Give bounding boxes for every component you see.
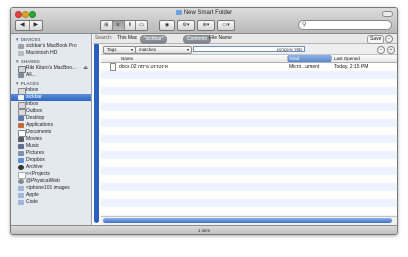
action-menu-button[interactable]: ⚙▾ bbox=[177, 20, 195, 31]
dropbox-icon bbox=[18, 158, 24, 163]
sidebar-item-dropbox[interactable]: Dropbox bbox=[11, 157, 91, 164]
forward-button[interactable]: ▶ bbox=[28, 21, 43, 30]
folder-icon bbox=[18, 200, 24, 205]
column-divider[interactable] bbox=[331, 56, 332, 61]
sidebar-item-pictures[interactable]: Pictures bbox=[11, 150, 91, 157]
search-scope-bar: Search: This Mac "sickbar" Contents File… bbox=[93, 34, 397, 44]
label-menu-button[interactable]: ▭▾ bbox=[217, 20, 235, 31]
movies-icon bbox=[18, 137, 24, 142]
eject-icon[interactable]: ⏏ bbox=[83, 65, 88, 72]
toolbar-toggle-button[interactable] bbox=[382, 11, 393, 17]
window-title-text: New Smart Folder bbox=[183, 10, 233, 16]
save-button[interactable]: Save bbox=[367, 35, 385, 44]
sidebar-item-archive[interactable]: Archive bbox=[11, 164, 91, 171]
last-opened-column-header[interactable]: Last Opened bbox=[334, 55, 360, 62]
folder-icon bbox=[18, 179, 24, 184]
view-mode-control: ⊞ ≡ ⫴ ▭ bbox=[100, 20, 148, 31]
sidebar-item-documents[interactable]: Documents bbox=[11, 129, 91, 137]
sidebar-item-shared-all[interactable]: All... bbox=[11, 72, 91, 79]
search-icon: ⚲ bbox=[302, 22, 307, 28]
sidebar-item-inbox[interactable]: Inbox bbox=[11, 87, 91, 95]
icon-view-button[interactable]: ⊞ bbox=[101, 21, 112, 30]
sidebar-item-desktop[interactable]: Desktop bbox=[11, 115, 91, 122]
pictures-icon bbox=[18, 151, 24, 156]
horizontal-scrollbar[interactable] bbox=[101, 216, 397, 225]
folder-icon bbox=[18, 193, 24, 198]
search-scope-label: Search: bbox=[95, 35, 113, 41]
finder-window: New Smart Folder ◀ ▶ ⊞ ≡ ⫴ ▭ ◉ ⚙▾ ⊕▾ ▭▾ … bbox=[10, 7, 398, 235]
criteria-row: Tags matches ספר אינטרנט − + bbox=[101, 44, 397, 55]
name-column-header[interactable]: Name bbox=[121, 55, 133, 62]
remove-criteria-button[interactable]: − bbox=[377, 46, 385, 54]
scope-this-mac[interactable]: This Mac bbox=[117, 35, 137, 42]
sidebar-item-home[interactable]: sickbar bbox=[11, 94, 91, 101]
search-input[interactable] bbox=[309, 22, 387, 28]
table-row[interactable]: docx.02 אינטרנט גרסה Micro...ument Today… bbox=[101, 63, 397, 71]
sidebar-item-physicalweb[interactable]: @PhysicalWeb bbox=[11, 178, 91, 185]
sidebar-item-macintosh-hd[interactable]: Macintosh HD bbox=[11, 50, 91, 57]
sidebar-item-apple[interactable]: Apple bbox=[11, 192, 91, 199]
places-header[interactable]: ▼ PLACES bbox=[15, 81, 39, 86]
back-forward-control: ◀ ▶ bbox=[15, 20, 43, 31]
sidebar-item-projects[interactable]: <<Projects bbox=[11, 171, 91, 179]
criteria-attribute-select[interactable]: Tags bbox=[103, 46, 136, 54]
sidebar-scrollbar[interactable] bbox=[94, 43, 99, 223]
list-view-button[interactable]: ≡ bbox=[111, 21, 124, 30]
sidebar-item-music[interactable]: Music bbox=[11, 143, 91, 150]
laptop-icon bbox=[18, 44, 24, 49]
search-field[interactable]: ⚲ bbox=[298, 20, 392, 30]
sidebar-item-inbox-2[interactable]: Inbox bbox=[11, 101, 91, 109]
coverflow-view-button[interactable]: ▭ bbox=[135, 21, 147, 30]
sidebar-item-movies[interactable]: Movies bbox=[11, 136, 91, 143]
scope-file-name[interactable]: File Name bbox=[209, 35, 232, 42]
quicklook-button[interactable]: ◉ bbox=[159, 20, 175, 31]
sidebar-item-code[interactable]: Code bbox=[11, 199, 91, 206]
sidebar-item-shared-mac[interactable]: Riki Kitaro's MacBoo... ⏏ bbox=[11, 65, 91, 73]
column-header: Name Kind Last Opened bbox=[101, 55, 397, 63]
file-list: docx.02 אינטרנט גרסה Micro...ument Today… bbox=[101, 63, 397, 216]
sidebar-item-macbook[interactable]: sickbar's MacBook Pro bbox=[11, 43, 91, 50]
sidebar-item-iphone-images[interactable]: <iphone101 images bbox=[11, 185, 91, 192]
toolbar: New Smart Folder ◀ ▶ ⊞ ≡ ⫴ ▭ ◉ ⚙▾ ⊕▾ ▭▾ … bbox=[11, 8, 397, 34]
kind-column-header[interactable]: Kind bbox=[288, 55, 331, 62]
folder-icon bbox=[18, 186, 24, 191]
word-document-icon bbox=[110, 63, 116, 71]
sidebar-item-applications[interactable]: Applications bbox=[11, 122, 91, 129]
scope-user-folder[interactable]: "sickbar" bbox=[140, 35, 168, 44]
sidebar: ▼ DEVICES sickbar's MacBook Pro Macintos… bbox=[11, 34, 92, 225]
applications-icon bbox=[18, 123, 24, 128]
home-icon bbox=[18, 95, 24, 100]
music-icon bbox=[18, 144, 24, 149]
status-bar: 1 item bbox=[11, 225, 397, 234]
shared-header[interactable]: ▼ SHARED bbox=[15, 59, 40, 64]
scrollbar-thumb[interactable] bbox=[103, 218, 392, 223]
smart-folder-icon bbox=[175, 10, 182, 15]
file-last-opened: Today, 2:15 PM bbox=[334, 64, 369, 70]
hard-drive-icon bbox=[18, 51, 24, 56]
devices-header[interactable]: ▼ DEVICES bbox=[15, 37, 40, 42]
criteria-value-input[interactable]: ספר אינטרנט bbox=[193, 46, 305, 52]
scope-contents[interactable]: Contents bbox=[183, 35, 212, 44]
file-name: docx.02 אינטרנט גרסה bbox=[119, 64, 168, 70]
window-title: New Smart Folder bbox=[11, 10, 397, 16]
archive-icon bbox=[18, 165, 24, 170]
criteria-operator-select[interactable]: matches bbox=[135, 46, 192, 54]
remove-search-button[interactable]: − bbox=[385, 35, 393, 43]
desktop-icon bbox=[18, 116, 24, 121]
back-button[interactable]: ◀ bbox=[16, 21, 29, 30]
share-menu-button[interactable]: ⊕▾ bbox=[197, 20, 215, 31]
network-icon bbox=[18, 73, 24, 78]
column-view-button[interactable]: ⫴ bbox=[123, 21, 136, 30]
sidebar-item-outbox[interactable]: Outbox bbox=[11, 108, 91, 116]
file-kind: Micro...ument bbox=[289, 64, 320, 70]
add-criteria-button[interactable]: + bbox=[387, 46, 395, 54]
